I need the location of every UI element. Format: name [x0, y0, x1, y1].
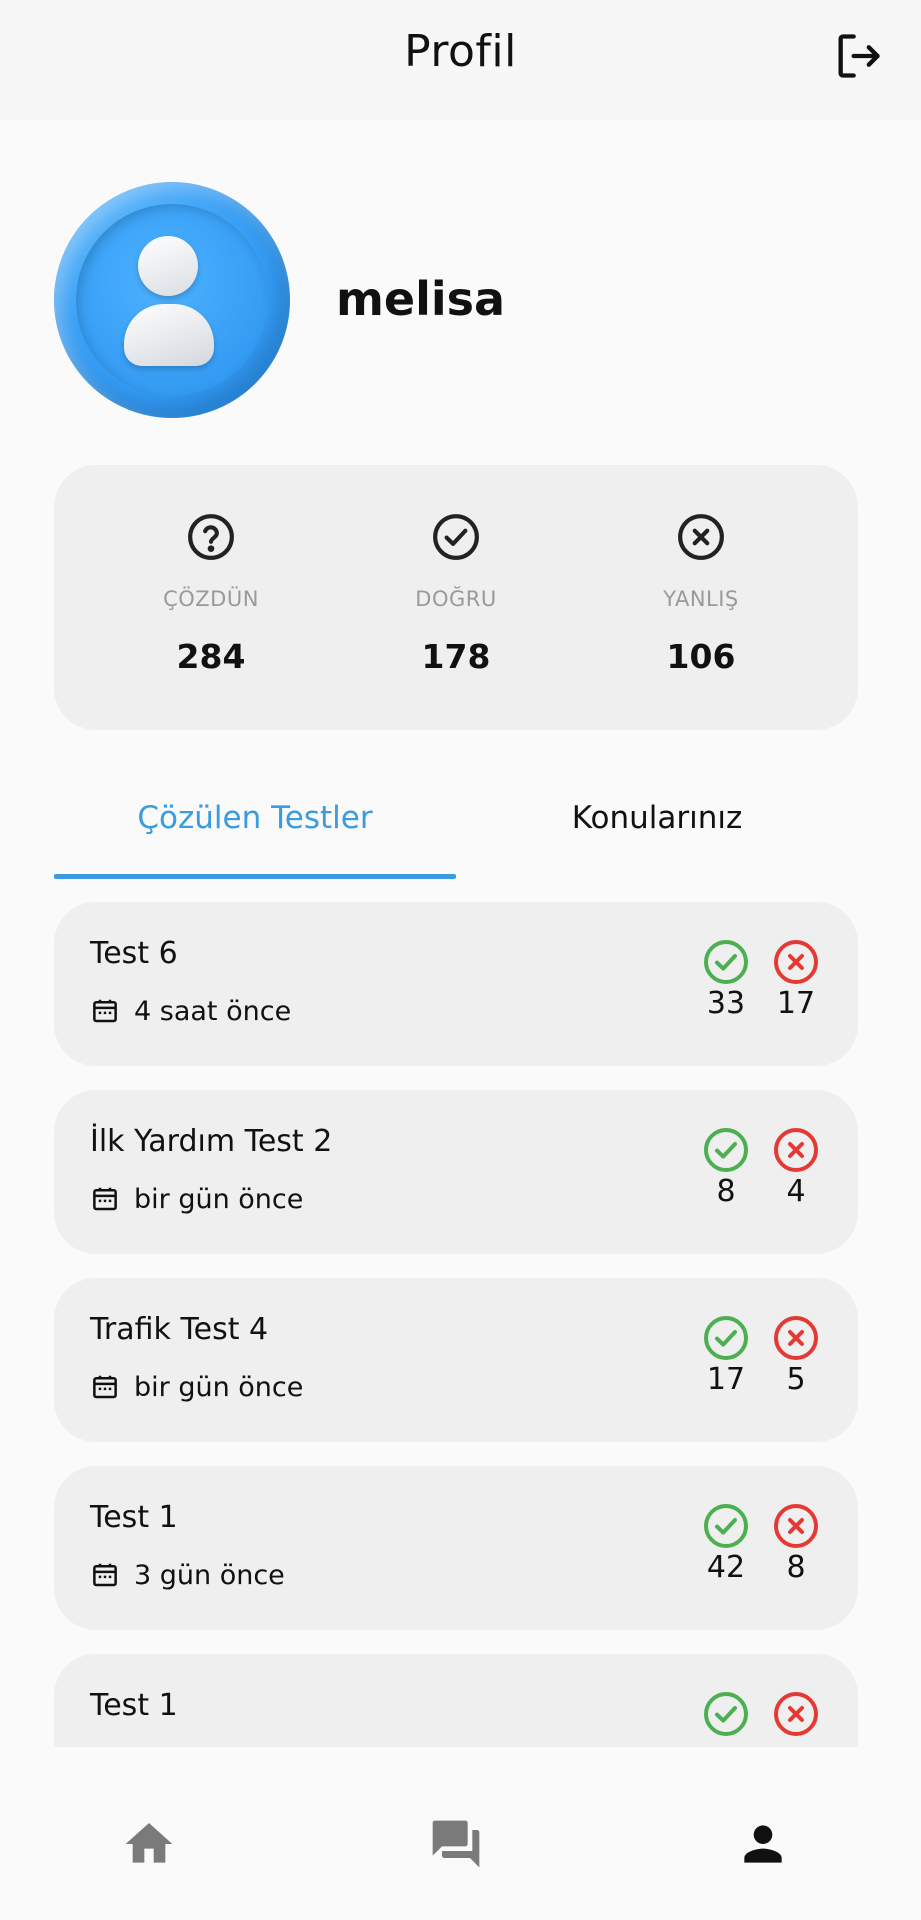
test-name: Test 1	[90, 1688, 178, 1723]
stat-label: DOĞRU	[415, 587, 497, 611]
test-list[interactable]: Test 6 4 saat önce 33 17 İlk Yardım Test…	[54, 902, 858, 1747]
wrong-icon	[774, 940, 818, 984]
test-card[interactable]: İlk Yardım Test 2 bir gün önce 8 4	[54, 1090, 858, 1254]
avatar-body	[124, 304, 214, 366]
app-bar: Profil	[0, 0, 921, 120]
correct-icon	[704, 1692, 748, 1736]
stat-value: 178	[421, 637, 491, 676]
correct-count: 33	[706, 986, 746, 1021]
bottom-nav	[0, 1760, 921, 1920]
tab-your-topics[interactable]: Konularınız	[456, 790, 858, 880]
correct-icon	[704, 940, 748, 984]
wrong-count: 8	[786, 1550, 806, 1585]
date-text: bir gün önce	[134, 1371, 304, 1403]
test-date: bir gün önce	[90, 1370, 303, 1404]
calendar-icon	[93, 1375, 117, 1399]
username: melisa	[336, 272, 506, 326]
test-card[interactable]: Test 1	[54, 1654, 858, 1747]
stat-label: YANLIŞ	[663, 587, 739, 611]
wrong-count: 4	[786, 1174, 806, 1209]
tab-solved-tests[interactable]: Çözülen Testler	[54, 790, 456, 880]
date-text: 4 saat önce	[134, 995, 292, 1027]
tab-bar: Çözülen Testler Konularınız	[54, 790, 858, 880]
stats-card: ÇÖZDÜN 284 DOĞRU 178 YANLIŞ 106	[54, 465, 858, 730]
logout-icon[interactable]	[832, 30, 884, 82]
test-name: Test 6	[90, 936, 178, 971]
correct-icon	[704, 1504, 748, 1548]
calendar-icon	[93, 1187, 117, 1211]
test-card[interactable]: Test 1 3 gün önce 42 8	[54, 1466, 858, 1630]
test-date: 4 saat önce	[90, 994, 291, 1028]
calendar-icon	[93, 999, 117, 1023]
wrong-count: 5	[786, 1362, 806, 1397]
stat-correct: DOĞRU 178	[356, 465, 556, 730]
stat-value: 106	[666, 637, 736, 676]
test-date: 3 gün önce	[90, 1558, 285, 1592]
test-card[interactable]: Test 6 4 saat önce 33 17	[54, 902, 858, 1066]
forum-icon[interactable]	[428, 1816, 484, 1872]
correct-icon	[704, 1316, 748, 1360]
avatar-ring	[76, 204, 268, 396]
wrong-icon	[774, 1128, 818, 1172]
calendar-icon	[93, 1563, 117, 1587]
date-text: bir gün önce	[134, 1183, 304, 1215]
stat-wrong: YANLIŞ 106	[601, 465, 801, 730]
correct-count: 8	[716, 1174, 736, 1209]
home-icon[interactable]	[121, 1816, 177, 1872]
page-title: Profil	[404, 26, 517, 77]
stat-label: ÇÖZDÜN	[163, 587, 259, 611]
test-name: İlk Yardım Test 2	[90, 1124, 333, 1159]
test-card[interactable]: Trafik Test 4 bir gün önce 17 5	[54, 1278, 858, 1442]
test-date: bir gün önce	[90, 1182, 303, 1216]
profile-header: melisa	[54, 182, 874, 418]
correct-count: 17	[706, 1362, 746, 1397]
test-name: Trafik Test 4	[90, 1312, 269, 1347]
tab-indicator	[54, 874, 456, 879]
wrong-icon	[774, 1692, 818, 1736]
question-circle-icon	[188, 514, 234, 560]
correct-count: 42	[706, 1550, 746, 1585]
stat-solved: ÇÖZDÜN 284	[111, 465, 311, 730]
check-circle-icon	[433, 514, 479, 560]
x-circle-icon	[678, 514, 724, 560]
stat-value: 284	[176, 637, 246, 676]
wrong-icon	[774, 1316, 818, 1360]
test-name: Test 1	[90, 1500, 178, 1535]
avatar-head	[138, 236, 198, 296]
avatar	[54, 182, 290, 418]
wrong-icon	[774, 1504, 818, 1548]
correct-icon	[704, 1128, 748, 1172]
date-text: 3 gün önce	[134, 1559, 285, 1591]
person-icon[interactable]	[735, 1816, 791, 1872]
wrong-count: 17	[776, 986, 816, 1021]
